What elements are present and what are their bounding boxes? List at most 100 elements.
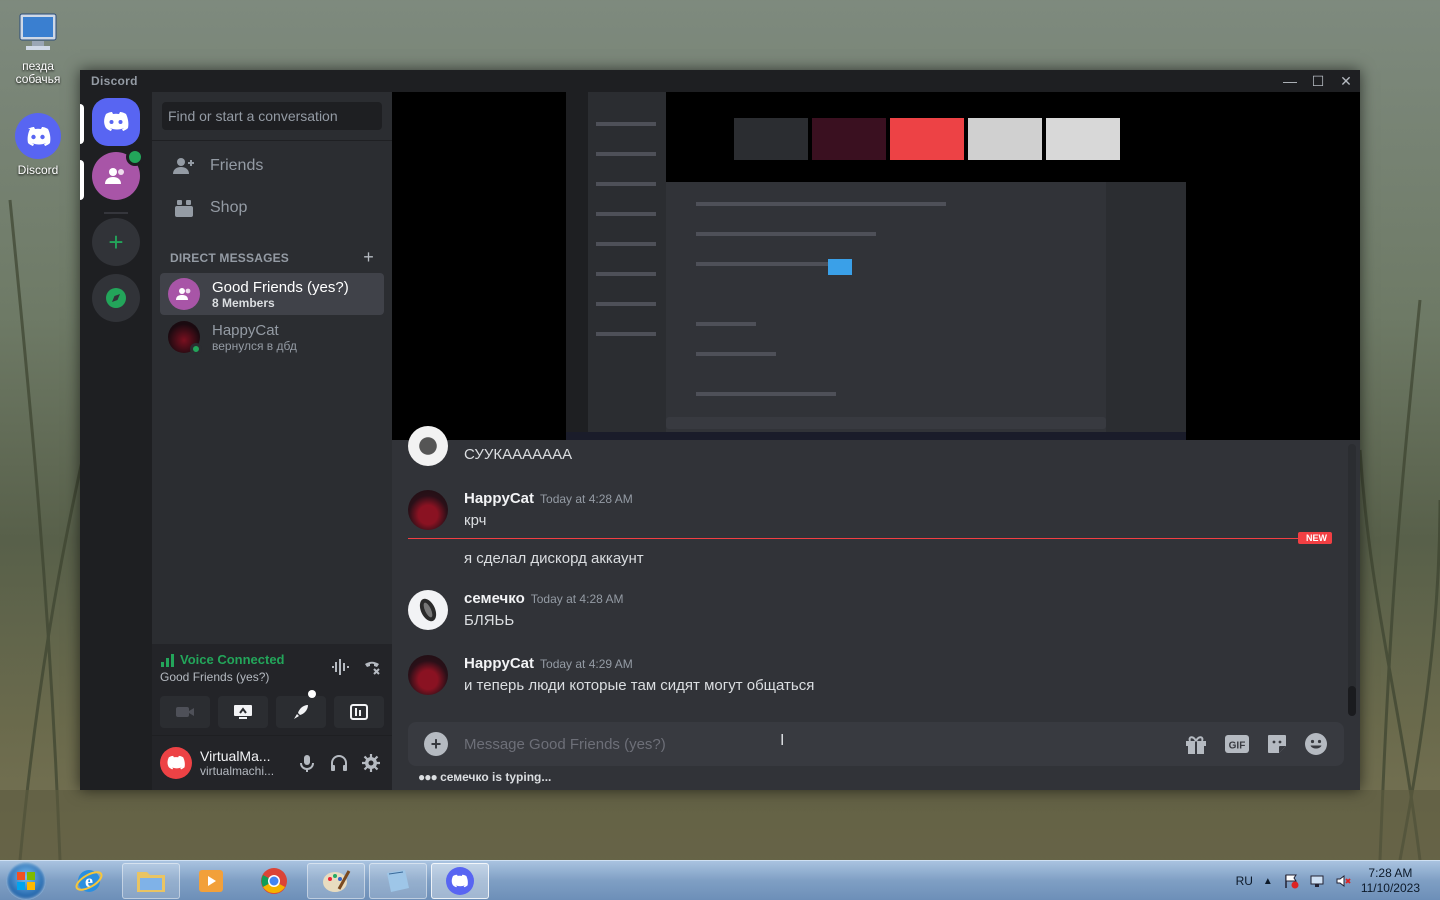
taskbar-notebook[interactable]: [369, 863, 427, 899]
nav-shop[interactable]: Shop: [160, 187, 384, 229]
language-indicator[interactable]: RU: [1236, 874, 1253, 888]
avatar[interactable]: [408, 426, 448, 466]
voice-status-label: Voice Connected: [180, 652, 285, 667]
microphone-icon[interactable]: [298, 754, 316, 772]
plus-icon: +: [430, 734, 442, 754]
rocket-icon: [294, 705, 308, 719]
selected-indicator: [80, 104, 84, 144]
minimize-button[interactable]: —: [1276, 70, 1304, 92]
taskbar-chrome[interactable]: [245, 863, 303, 899]
network-icon[interactable]: [1309, 873, 1325, 889]
show-hidden-icons-icon[interactable]: ▲: [1263, 876, 1273, 887]
dm-sidebar: Find or start a conversation Friends Sho…: [152, 92, 392, 790]
nav-label: Friends: [210, 157, 264, 174]
dm-subtitle: вернулся в дбд: [212, 338, 297, 353]
taskbar-file-explorer[interactable]: [122, 863, 180, 899]
message-text: БЛЯЬЬ: [464, 612, 515, 629]
message: HappyCat Today at 4:29 AM и теперь люди к…: [408, 655, 1344, 695]
system-tray: RU ▲ 7:28 AM 11/10/2023: [1236, 861, 1440, 900]
screen-share-stream[interactable]: [392, 92, 1360, 440]
typing-indicator: ●●● семечко is typing...: [418, 770, 551, 784]
headphones-icon[interactable]: [330, 754, 348, 772]
camera-icon: [176, 707, 194, 717]
chat-area: СУУКААААААА HappyCat Today at 4:28 AM крч…: [392, 92, 1360, 790]
dm-name: Good Friends (yes?): [212, 278, 349, 296]
message-composer: + Message Good Friends (yes?) GIF: [408, 722, 1344, 766]
avatar[interactable]: [408, 590, 448, 630]
discord-logo-icon: [104, 112, 129, 131]
message-author[interactable]: HappyCat: [464, 490, 534, 507]
message-input[interactable]: Message Good Friends (yes?): [464, 736, 1184, 753]
user-controls: [298, 754, 380, 772]
taskbar-media-player[interactable]: [182, 863, 240, 899]
message-text: крч: [464, 512, 487, 529]
disconnect-icon[interactable]: [362, 658, 382, 676]
dm-item-good-friends[interactable]: Good Friends (yes?) 8 Members: [160, 273, 384, 315]
volume-muted-icon[interactable]: [1335, 873, 1351, 889]
clock[interactable]: 7:28 AM 11/10/2023: [1361, 866, 1420, 896]
message-timestamp: Today at 4:29 AM: [540, 657, 633, 671]
discord-logo-icon: [167, 755, 185, 770]
taskbar-discord[interactable]: [431, 863, 489, 899]
svg-text:GIF: GIF: [1229, 741, 1246, 752]
close-button[interactable]: ✕: [1332, 70, 1360, 92]
group-dm-button[interactable]: [92, 148, 144, 200]
nav-friends[interactable]: Friends: [160, 145, 384, 187]
taskbar-internet-explorer[interactable]: e: [60, 863, 118, 899]
gif-icon[interactable]: GIF: [1224, 734, 1250, 754]
settings-gear-icon[interactable]: [362, 754, 380, 772]
camera-button[interactable]: [160, 696, 210, 728]
message: семечко Today at 4:28 AM БЛЯЬЬ: [408, 590, 1344, 630]
create-dm-button[interactable]: +: [363, 247, 374, 268]
voice-actions: [330, 658, 382, 676]
discord-window: Discord — ☐ ✕ + Find or start a conversa…: [80, 70, 1360, 790]
message-text: СУУКААААААА: [464, 446, 573, 463]
chrome-icon: [261, 868, 287, 894]
explore-button[interactable]: [92, 274, 140, 322]
internet-explorer-icon: e: [75, 870, 103, 892]
gift-icon[interactable]: [1184, 733, 1208, 755]
activity-button[interactable]: [276, 690, 326, 728]
desktop-icon-label: Discord: [17, 163, 59, 177]
add-server-button[interactable]: +: [92, 218, 140, 266]
rail-divider: [104, 212, 128, 214]
seed-icon: [419, 598, 437, 622]
start-button[interactable]: [6, 862, 46, 900]
scrollbar-track[interactable]: [1348, 444, 1356, 714]
message-author[interactable]: семечко: [464, 590, 525, 607]
dm-item-happycat[interactable]: HappyCat вернулся в дбд: [160, 316, 384, 358]
screen-share-button[interactable]: [218, 696, 268, 728]
emoji-icon[interactable]: [1304, 732, 1328, 756]
desktop-icon-discord[interactable]: Discord: [6, 112, 70, 177]
window-title: Discord: [91, 74, 138, 88]
maximize-button[interactable]: ☐: [1304, 70, 1332, 92]
username: VirtualMa...: [200, 748, 271, 764]
message: СУУКААААААА: [408, 426, 1344, 466]
sticker-icon[interactable]: [1266, 733, 1288, 755]
voice-buttons: [160, 690, 384, 728]
user-panel: VirtualMa... virtualmachi...: [152, 736, 392, 790]
stream-video: [566, 92, 1186, 440]
home-button[interactable]: [92, 98, 140, 146]
dm-header-label: DIRECT MESSAGES: [170, 250, 290, 265]
scrollbar-thumb[interactable]: [1348, 686, 1356, 716]
search-input[interactable]: Find or start a conversation: [162, 102, 382, 130]
message-timestamp: Today at 4:28 AM: [540, 492, 633, 506]
media-player-icon: [199, 870, 223, 892]
avatar: [168, 321, 202, 355]
message-text: и теперь люди которые там сидят могут об…: [464, 677, 815, 694]
soundboard-icon: [350, 704, 368, 720]
dm-section-header: DIRECT MESSAGES +: [152, 229, 392, 272]
user-avatar[interactable]: [160, 747, 192, 779]
selected-indicator: [80, 160, 84, 200]
message-author[interactable]: HappyCat: [464, 655, 534, 672]
avatar[interactable]: [408, 655, 448, 695]
action-center-flag-icon[interactable]: [1283, 873, 1299, 889]
avatar[interactable]: [408, 490, 448, 530]
titlebar: Discord: [80, 70, 1360, 92]
soundboard-button[interactable]: [334, 696, 384, 728]
noise-suppression-icon[interactable]: [330, 658, 350, 676]
desktop-icon-computer[interactable]: пезда собачья: [6, 8, 70, 86]
taskbar-paint[interactable]: [307, 863, 365, 899]
attach-button[interactable]: +: [424, 732, 448, 756]
